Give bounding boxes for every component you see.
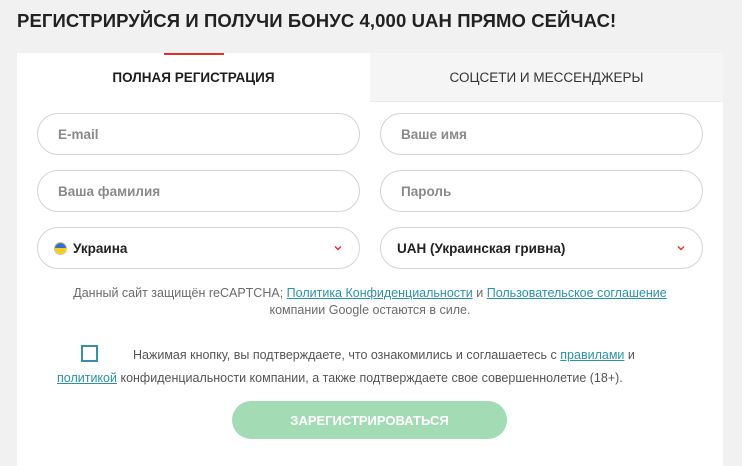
page-title: РЕГИСТРИРУЙСЯ И ПОЛУЧИ БОНУС 4,000 UAH П… [17,10,617,31]
last-name-field[interactable]: Ваша фамилия [37,170,360,212]
consent-and: и [627,348,635,362]
password-field[interactable]: Пароль [380,170,703,212]
registration-card: ПОЛНАЯ РЕГИСТРАЦИЯ СОЦСЕТИ И МЕССЕНДЖЕРЫ… [17,53,723,466]
registration-tabs: ПОЛНАЯ РЕГИСТРАЦИЯ СОЦСЕТИ И МЕССЕНДЖЕРЫ [17,53,723,102]
tab-label: ПОЛНАЯ РЕГИСТРАЦИЯ [112,70,275,85]
register-button[interactable]: ЗАРЕГИСТРИРОВАТЬСЯ [232,401,507,439]
currency-select[interactable]: UAH (Украинская гривна) [380,227,703,269]
recaptcha-suffix: компании Google остаются в силе. [269,303,471,317]
country-value: Украина [73,240,128,256]
tab-full-registration[interactable]: ПОЛНАЯ РЕГИСТРАЦИЯ [17,53,370,102]
chevron-down-icon [334,246,342,251]
consent-text: Нажимая кнопку, вы подтверждаете, что оз… [57,344,697,390]
email-field[interactable]: E-mail [37,113,360,155]
chevron-down-icon [677,246,685,251]
recaptcha-and: и [476,286,484,300]
first-name-placeholder: Ваше имя [401,126,467,142]
terms-link[interactable]: Пользовательское соглашение [487,286,667,300]
country-select[interactable]: Украина [37,227,360,269]
password-placeholder: Пароль [401,183,452,199]
first-name-field[interactable]: Ваше имя [380,113,703,155]
last-name-placeholder: Ваша фамилия [58,183,161,199]
policy-link[interactable]: политикой [57,371,117,385]
active-tab-indicator [164,53,224,55]
recaptcha-prefix: Данный сайт защищён reCAPTCHA; [73,286,284,300]
email-placeholder: E-mail [58,126,99,142]
currency-value: UAH (Украинская гривна) [397,240,566,256]
tab-label: СОЦСЕТИ И МЕССЕНДЖЕРЫ [449,69,644,85]
rules-link[interactable]: правилами [560,348,624,362]
recaptcha-notice: Данный сайт защищён reCAPTCHA; Политика … [17,285,723,319]
tab-social-messengers[interactable]: СОЦСЕТИ И МЕССЕНДЖЕРЫ [370,53,723,102]
consent-text-2: конфиденциальности компании, а также под… [120,371,623,385]
privacy-policy-link[interactable]: Политика Конфиденциальности [287,286,473,300]
ukraine-flag-icon [54,241,67,255]
consent-text-1: Нажимая кнопку, вы подтверждаете, что оз… [133,348,557,362]
